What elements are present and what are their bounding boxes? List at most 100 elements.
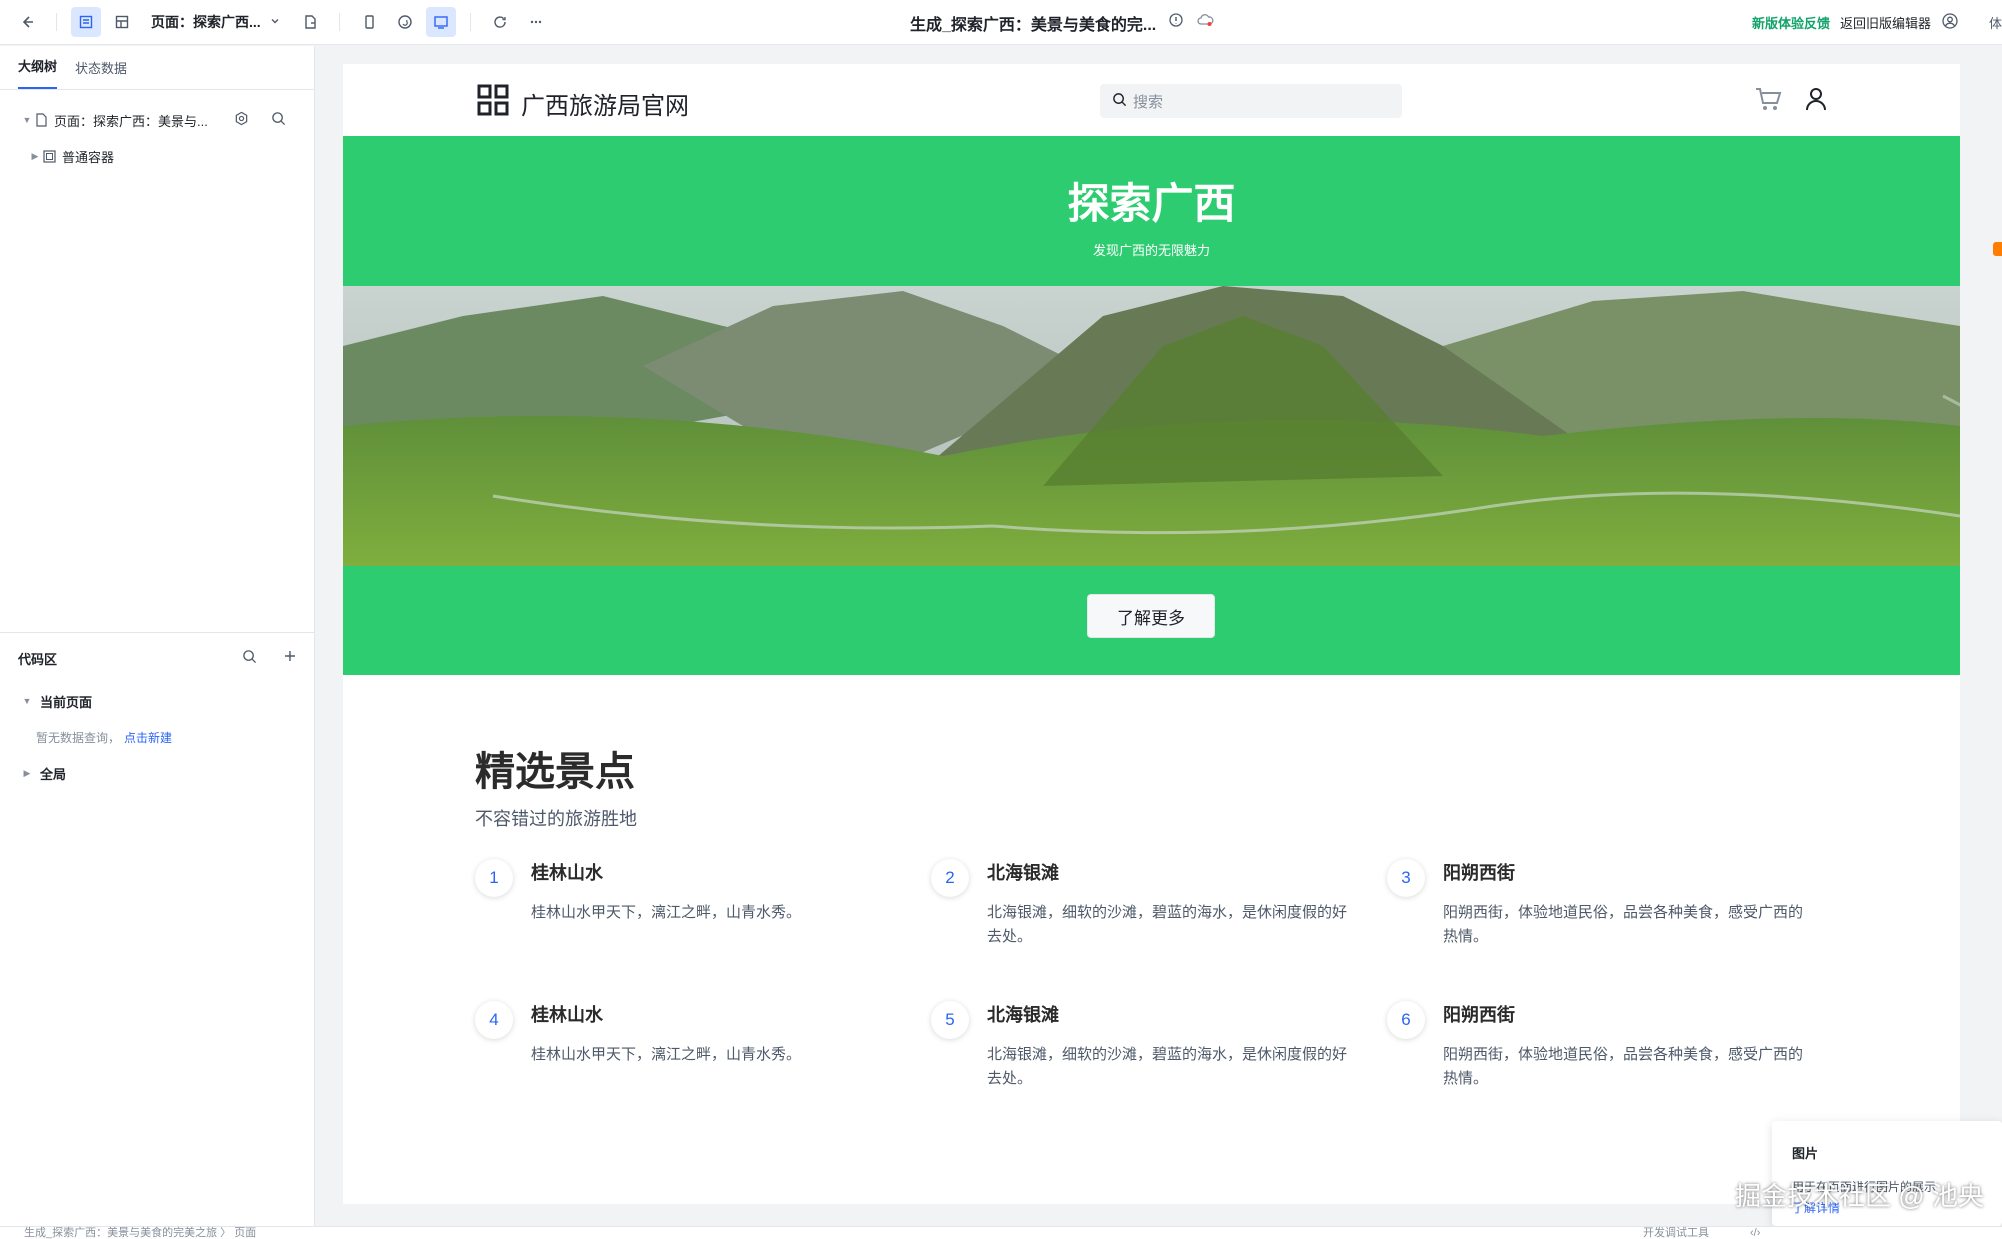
page-select[interactable]: 页面：探索广西... [143,12,289,32]
desktop-view-icon[interactable] [425,7,456,37]
item-desc: 北海银滩，细软的沙滩，碧蓝的海水，是休闲度假的好去处。 [987,904,1348,945]
document-title-text: 生成_探索广西：美景与美食的完... [910,16,1157,34]
tooltip-title: 图片 [1792,1146,1819,1161]
search-icon [1112,92,1127,111]
container-icon [42,149,56,163]
back-old-editor-link[interactable]: 返回旧版编辑器 [1840,13,1931,32]
tree-node-container-label: 普通容器 [62,149,115,165]
item-desc: 阳朔西街，体验地道民俗，品尝各种美食，感受广西的热情。 [1443,1046,1804,1087]
left-sidebar: 大纲树 状态数据 ▼ 页面：探索广西：美景与... ▶ 普通容器 代码区 ▼ 当… [0,46,315,1226]
empty-hint-text: 暂无数据查询， [36,730,121,745]
cart-icon[interactable] [1754,86,1782,117]
item-title: 桂林山水 [531,1005,603,1025]
caret-right-icon[interactable]: ▶ [20,768,34,779]
divider [338,13,340,31]
settings-icon[interactable] [234,111,249,129]
create-query-link[interactable]: 点击新建 [124,729,172,746]
outline-tree: ▼ 页面：探索广西：美景与... ▶ 普通容器 [0,90,314,174]
site-logo[interactable]: 广西旅游局官网 [477,84,689,123]
user-icon[interactable] [1941,12,1959,33]
chevron-down-icon [269,14,281,30]
list-item[interactable]: 3 阳朔西街阳朔西街，体验地道民俗，品尝各种美食，感受广西的热情。 [1387,855,1843,955]
item-title: 北海银滩 [987,1005,1059,1025]
watermark: 掘金技术社区 @ 池央 [1735,1181,1984,1211]
feedback-link[interactable]: 新版体验反馈 [1752,13,1830,32]
cloud-sync-icon [1196,13,1214,32]
list-item[interactable]: 4 桂林山水桂林山水甲天下，漓江之畔，山青水秀。 [475,997,931,1097]
item-number: 1 [475,859,513,897]
list-item[interactable]: 2 北海银滩 北海银滩，细软的沙滩，碧蓝的海水，是休闲度假的好去处。 [931,855,1387,955]
code-section-header: 代码区 [0,633,315,683]
site-search[interactable]: 搜索 [1100,84,1402,118]
tree-node-page[interactable]: ▼ 页面：探索广西：美景与... [0,102,314,138]
list-item[interactable]: 5 北海银滩北海银滩，细软的沙滩，碧蓝的海水，是休闲度假的好去处。 [931,997,1387,1097]
code-section-title: 代码区 [18,651,58,667]
document-title: 生成_探索广西：美景与美食的完... [910,0,1214,45]
page-settings-icon[interactable] [295,7,325,37]
top-toolbar: 页面：探索广西... 生成_探索广西：美景与美食的完... 新版体验反馈 返回旧… [0,0,2002,45]
item-desc: 阳朔西街，体验地道民俗，品尝各种美食，感受广西的热情。 [1443,904,1804,945]
features-grid: 1 桂林山水 桂林山水甲天下，漓江之畔，山青水秀。 2 北海银滩 北海银滩，细软的沙… [475,855,1855,1097]
item-desc: 桂林山水甲天下，漓江之畔，山青水秀。 [531,1046,802,1063]
item-number: 4 [475,1001,513,1039]
sidebar-tabs: 大纲树 状态数据 [0,46,314,90]
current-page-label: 当前页面 [40,694,93,710]
account-icon[interactable] [1804,86,1828,117]
design-canvas[interactable]: 广西旅游局官网 搜索 探索广西 发现广西的无限魅力 了解更多 精选景点 不容错过… [343,64,1960,1204]
page-select-label: 页面：探索广西... [151,14,261,30]
caret-down-icon[interactable]: ▼ [20,115,34,125]
site-brand: 广西旅游局官网 [521,93,689,120]
features-section: 精选景点 不容错过的旅游胜地 1 桂林山水 桂林山水甲天下，漓江之畔，山青水秀。 … [343,675,1960,1204]
header-icons [1754,86,1828,117]
search-icon[interactable] [242,649,257,667]
toolbar-right-edge-text[interactable]: 体 [1989,13,2002,32]
components-panel-icon[interactable] [107,7,137,37]
item-title: 阳朔西街 [1443,1005,1515,1025]
features-title: 精选景点 [475,750,635,794]
hero-landscape-image[interactable] [343,286,1960,566]
divider [56,13,57,31]
item-number: 5 [931,1001,969,1039]
code-section: 代码区 ▼ 当前页面 暂无数据查询， 点击新建 ▶ 全局 [0,632,315,791]
search-icon[interactable] [271,111,286,129]
tree-node-global[interactable]: ▶ 全局 [0,755,315,791]
search-input[interactable]: 搜索 [1133,91,1163,112]
add-icon[interactable] [283,649,297,667]
breadcrumb[interactable]: 生成_探索广西：美景与美食的完美之旅 〉 页面 [24,1227,256,1239]
more-icon[interactable] [521,7,551,37]
site-header: 广西旅游局官网 搜索 [343,64,1960,136]
tree-node-container[interactable]: ▶ 普通容器 [0,138,314,174]
tab-state-data[interactable]: 状态数据 [75,58,127,89]
item-desc: 北海银滩，细软的沙滩，碧蓝的海水，是休闲度假的好去处。 [987,1046,1348,1087]
refresh-icon[interactable] [485,7,515,37]
tab-outline-tree[interactable]: 大纲树 [18,56,58,89]
side-notification-badge[interactable] [1993,242,2002,256]
item-title: 北海银滩 [987,863,1059,883]
item-title: 阳朔西街 [1443,863,1515,883]
hero-subtitle: 发现广西的无限魅力 [1092,243,1210,258]
status-bar: 生成_探索广西：美景与美食的完美之旅 〉 页面 开发调试工具 ‹/› [0,1226,2002,1239]
back-arrow-icon[interactable] [12,7,42,37]
learn-more-button[interactable]: 了解更多 [1087,594,1215,638]
list-item[interactable]: 1 桂林山水 桂林山水甲天下，漓江之畔，山青水秀。 [475,855,931,955]
item-number: 3 [1387,859,1425,897]
empty-query-hint: 暂无数据查询， 点击新建 [0,719,315,755]
devtools-button[interactable]: 开发调试工具 [1643,1227,1709,1239]
tree-node-page-label: 页面：探索广西：美景与... [54,113,208,129]
list-item[interactable]: 6 阳朔西街阳朔西街，体验地道民俗，品尝各种美食，感受广西的热情。 [1387,997,1843,1097]
divider [469,13,471,31]
caret-down-icon[interactable]: ▼ [20,696,34,706]
info-icon[interactable] [1168,12,1184,33]
grid-logo-icon [477,84,509,123]
code-icon[interactable]: ‹/› [1750,1227,1760,1239]
page-icon [34,113,48,127]
item-number: 6 [1387,1001,1425,1039]
global-label: 全局 [40,766,67,782]
outline-panel-icon[interactable] [71,7,101,37]
tree-node-current-page[interactable]: ▼ 当前页面 [0,683,315,719]
item-title: 桂林山水 [531,863,603,883]
mini-program-icon[interactable] [390,7,420,37]
hero-title: 探索广西 [1067,180,1236,227]
mobile-view-icon[interactable] [354,7,384,37]
caret-right-icon[interactable]: ▶ [28,151,42,162]
